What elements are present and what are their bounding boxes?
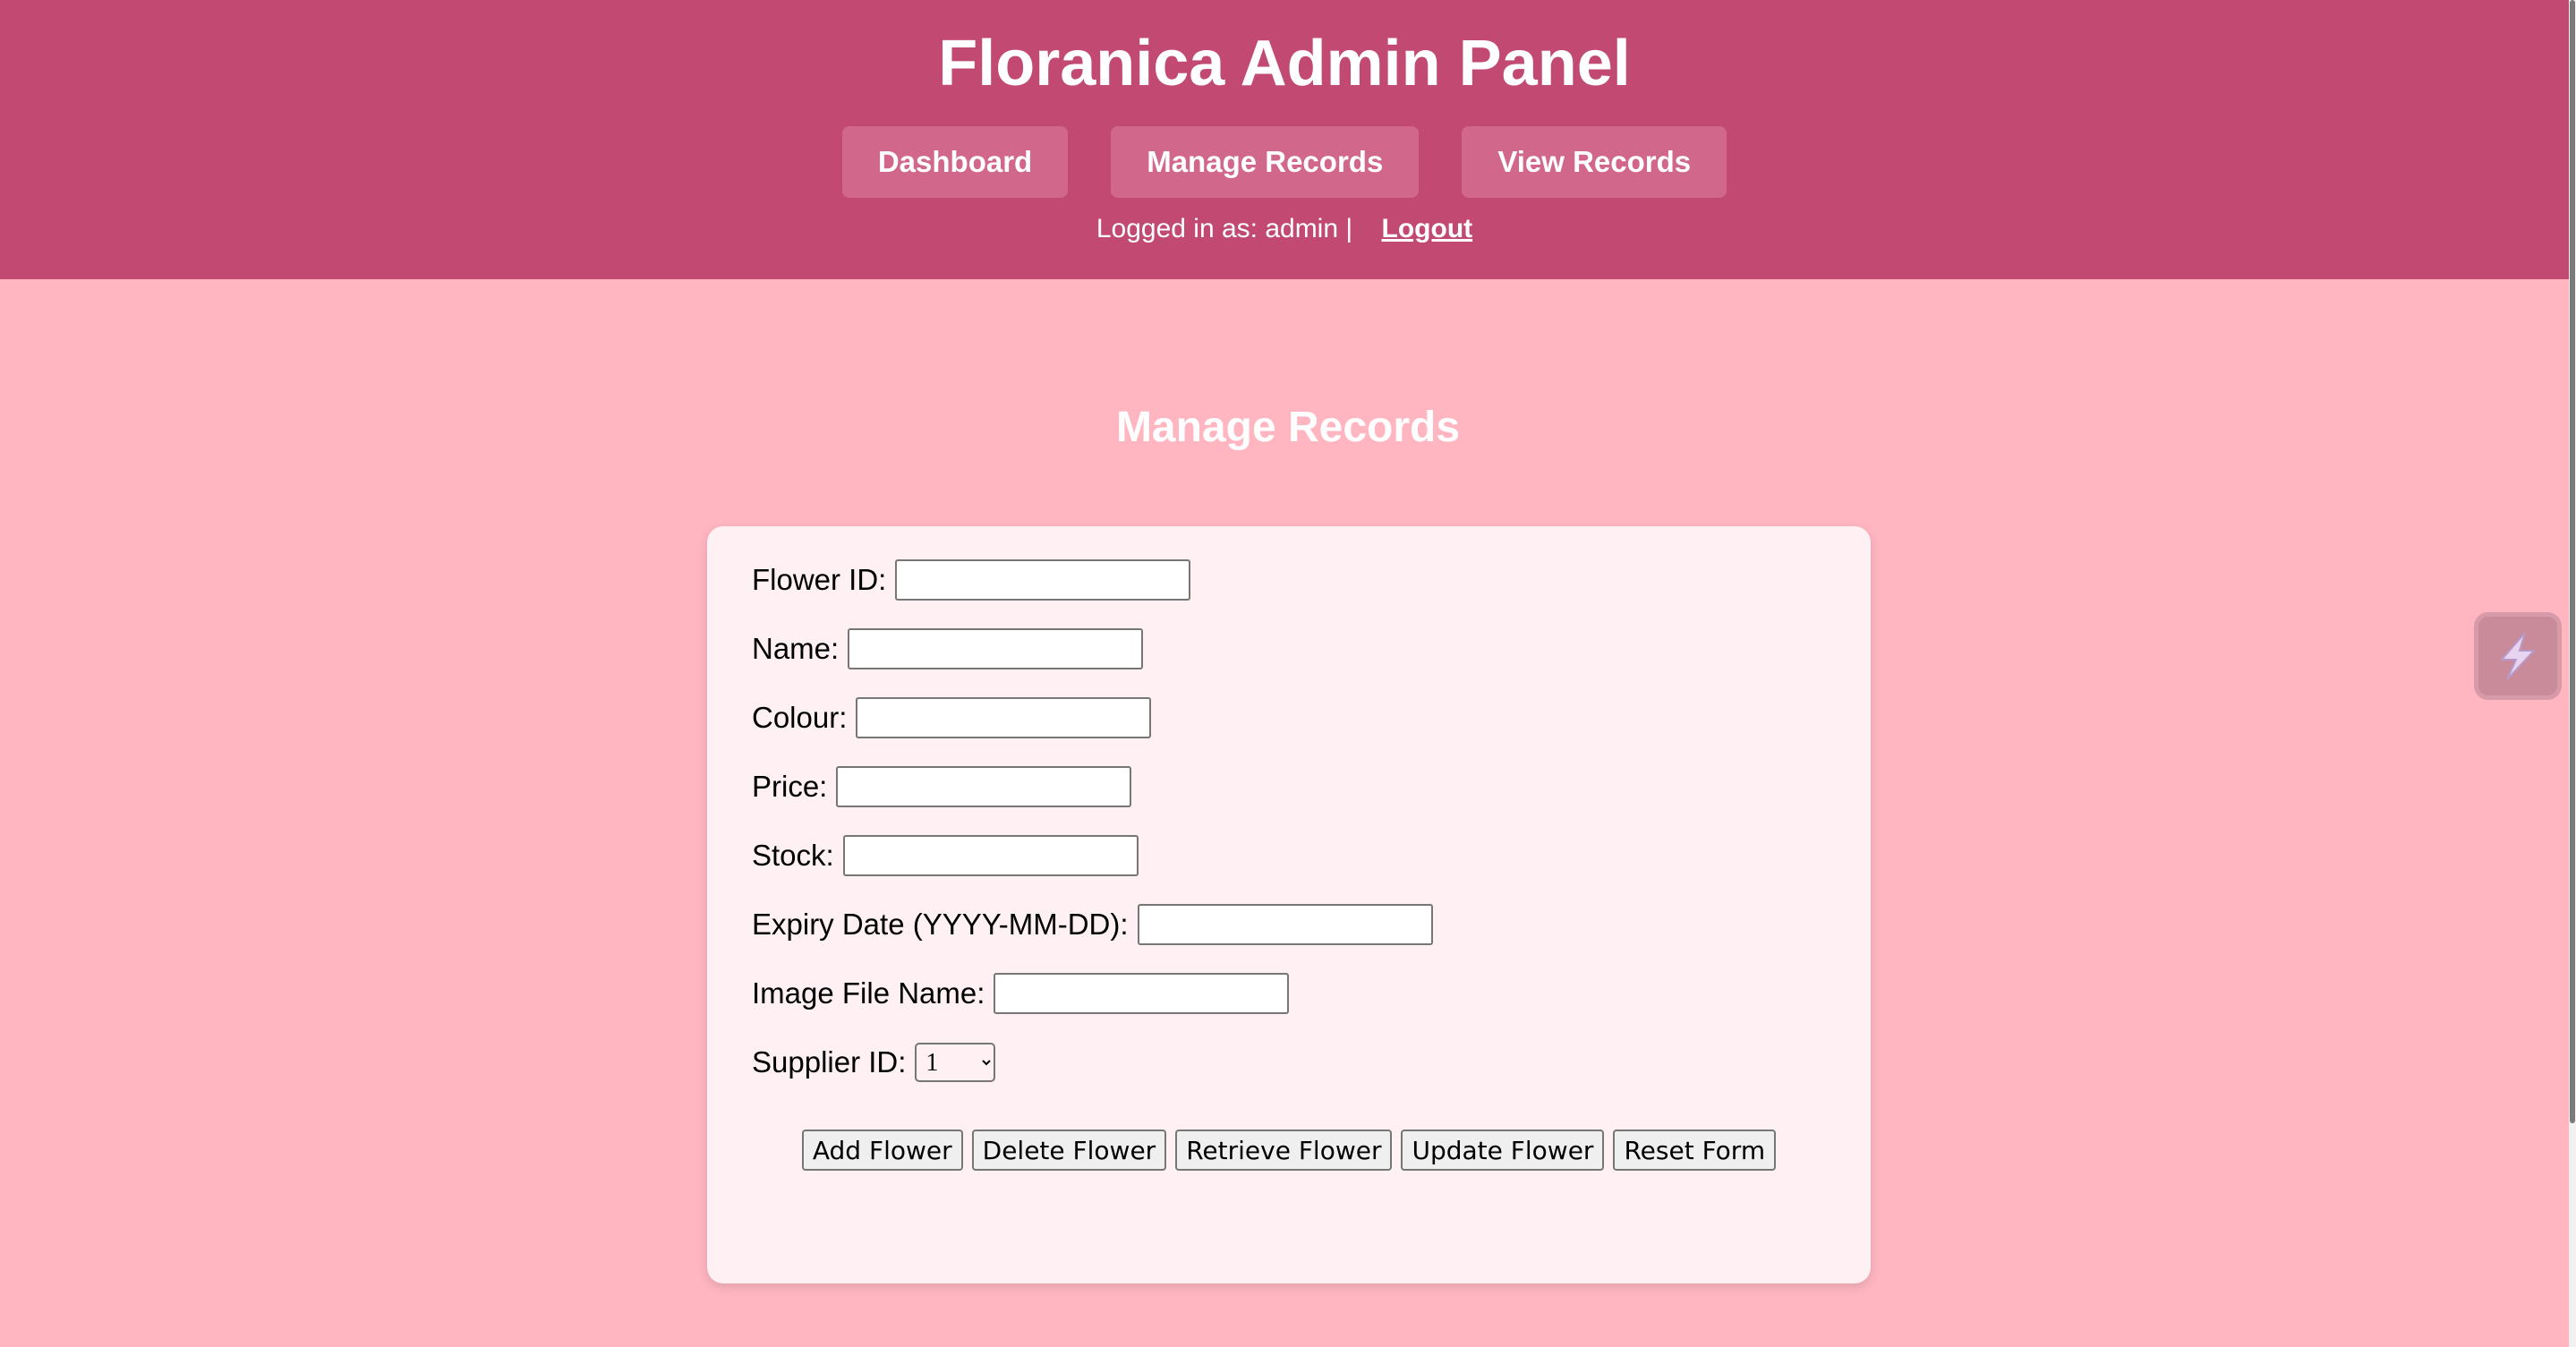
flower-id-input[interactable] bbox=[895, 559, 1191, 601]
price-label: Price: bbox=[752, 770, 828, 803]
colour-row: Colour: bbox=[752, 696, 1152, 739]
header: Floranica Admin Panel Dashboard Manage R… bbox=[0, 0, 2569, 279]
add-flower-button[interactable]: Add Flower bbox=[801, 1130, 963, 1171]
app-title: Floranica Admin Panel bbox=[938, 28, 1631, 99]
update-flower-button[interactable]: Update Flower bbox=[1401, 1130, 1605, 1171]
stock-input[interactable] bbox=[842, 835, 1139, 876]
expiry-date-row: Expiry Date (YYYY-MM-DD): bbox=[752, 903, 1433, 946]
colour-label: Colour: bbox=[752, 701, 848, 734]
supplier-id-row: Supplier ID: 1 bbox=[752, 1041, 996, 1084]
flower-id-row: Flower ID: bbox=[752, 558, 1191, 601]
stock-label: Stock: bbox=[752, 839, 834, 872]
flower-id-label: Flower ID: bbox=[752, 563, 887, 596]
scrollbar-thumb[interactable] bbox=[2570, 0, 2575, 1123]
name-label: Name: bbox=[752, 632, 840, 665]
logout-link[interactable]: Logout bbox=[1382, 214, 1473, 243]
reset-form-button[interactable]: Reset Form bbox=[1613, 1130, 1777, 1171]
image-file-name-input[interactable] bbox=[994, 973, 1290, 1014]
supplier-id-label: Supplier ID: bbox=[752, 1045, 907, 1078]
extension-widget-button[interactable] bbox=[2474, 612, 2562, 700]
stock-row: Stock: bbox=[752, 834, 1139, 877]
main-nav: Dashboard Manage Records View Records bbox=[0, 126, 2569, 198]
image-file-name-row: Image File Name: bbox=[752, 972, 1290, 1015]
name-input[interactable] bbox=[848, 628, 1144, 669]
nav-view-records-button[interactable]: View Records bbox=[1462, 126, 1727, 198]
logged-in-text: Logged in as: admin | bbox=[1096, 214, 1353, 243]
expiry-date-label: Expiry Date (YYYY-MM-DD): bbox=[752, 908, 1129, 941]
flower-form: Flower ID: Name: Colour: Price: Stock: E… bbox=[707, 526, 1871, 1283]
name-row: Name: bbox=[752, 627, 1144, 670]
image-file-name-label: Image File Name: bbox=[752, 976, 985, 1010]
nav-dashboard-button[interactable]: Dashboard bbox=[841, 126, 1069, 198]
nav-manage-records-button[interactable]: Manage Records bbox=[1111, 126, 1420, 198]
delete-flower-button[interactable]: Delete Flower bbox=[971, 1130, 1167, 1171]
retrieve-flower-button[interactable]: Retrieve Flower bbox=[1175, 1130, 1393, 1171]
form-actions: Add Flower Delete Flower Retrieve Flower… bbox=[707, 1130, 1871, 1171]
expiry-date-input[interactable] bbox=[1137, 904, 1433, 945]
page-title: Manage Records bbox=[1115, 404, 1461, 451]
supplier-id-select[interactable]: 1 bbox=[915, 1043, 996, 1082]
colour-input[interactable] bbox=[856, 697, 1152, 738]
user-status: Logged in as: admin | Logout bbox=[0, 211, 2569, 247]
price-row: Price: bbox=[752, 765, 1132, 808]
price-input[interactable] bbox=[836, 766, 1132, 807]
extension-lightning-icon bbox=[2499, 632, 2537, 680]
